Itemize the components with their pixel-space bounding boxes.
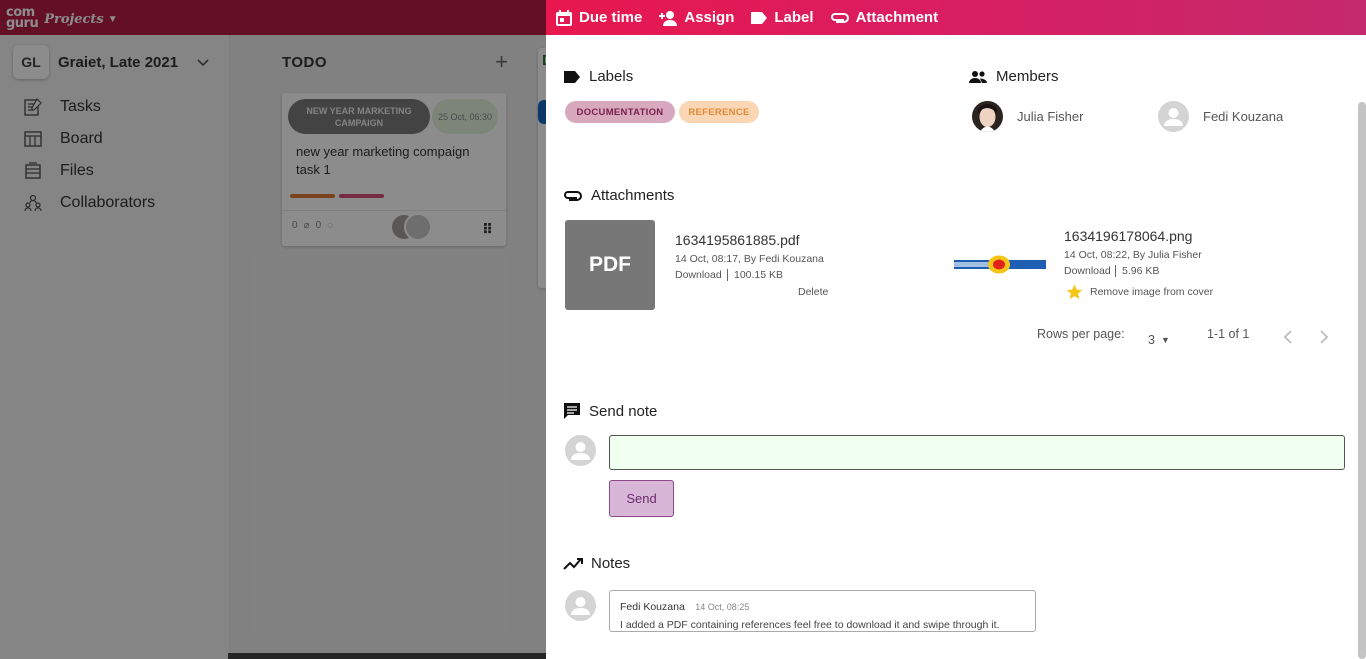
remove-cover-label: Remove image from cover — [1090, 286, 1214, 298]
note-timestamp: 14 Oct, 08:25 — [695, 602, 750, 612]
label-chip-reference[interactable]: REFERENCE — [679, 101, 759, 123]
vertical-scrollbar[interactable] — [1358, 102, 1366, 659]
avatar — [972, 101, 1003, 132]
note-author: Fedi Kouzana — [620, 601, 685, 613]
attachment-size: 100.15 KB — [727, 269, 783, 281]
caret-down-icon: ▼ — [1160, 335, 1170, 345]
task-detail-drawer: Due time Assign Label Attachment Labels … — [546, 0, 1366, 659]
note-input[interactable] — [609, 435, 1345, 470]
person-add-icon — [659, 10, 678, 26]
label-chip-documentation[interactable]: DOCUMENTATION — [565, 101, 675, 123]
label-label: Label — [774, 9, 814, 26]
member-julia-fisher[interactable]: Julia Fisher — [972, 101, 1083, 132]
assign-button[interactable]: Assign — [658, 9, 734, 27]
delete-link[interactable]: Delete — [798, 286, 828, 298]
avatar — [565, 590, 596, 621]
comment-icon — [564, 403, 580, 419]
attachment-icon — [564, 190, 582, 201]
section-heading: Members — [996, 68, 1059, 85]
members-section-title: Members — [968, 68, 1059, 85]
member-name: Fedi Kouzana — [1203, 109, 1284, 124]
due-time-button[interactable]: Due time — [555, 9, 642, 27]
download-link[interactable]: Download — [675, 269, 722, 281]
section-heading: Attachments — [591, 187, 675, 204]
attachment-name[interactable]: 1634196178064.png — [1064, 228, 1192, 244]
attachment-meta: 14 Oct, 08:17, By Fedi Kouzana — [675, 253, 824, 265]
pdf-thumbnail[interactable]: PDF — [565, 220, 655, 310]
section-heading: Send note — [589, 402, 658, 420]
attachment-name[interactable]: 1634195861885.pdf — [675, 232, 800, 248]
send-button[interactable]: Send — [609, 480, 674, 517]
notes-section-title: Notes — [563, 555, 630, 572]
people-icon — [969, 70, 987, 83]
attachment-button[interactable]: Attachment — [830, 9, 939, 26]
star-icon — [1066, 284, 1083, 299]
modal-backdrop[interactable] — [0, 0, 546, 659]
avatar — [565, 435, 596, 466]
attachment-icon — [830, 12, 849, 23]
labels-section-title: Labels — [563, 68, 633, 85]
rows-per-page-select[interactable]: 3 ▼ — [1148, 333, 1170, 347]
assign-label: Assign — [684, 9, 735, 26]
attachment-label: Attachment — [855, 9, 939, 26]
trending-icon — [563, 557, 583, 570]
attachments-section-title: Attachments — [563, 187, 674, 204]
section-heading: Notes — [591, 555, 631, 572]
chevron-right-icon[interactable] — [1319, 330, 1329, 347]
due-time-label: Due time — [579, 9, 643, 26]
avatar — [1158, 101, 1189, 132]
pagination-range: 1-1 of 1 — [1207, 327, 1250, 341]
label-icon — [564, 70, 580, 83]
chevron-left-icon[interactable] — [1283, 330, 1293, 347]
remove-cover-button[interactable]: Remove image from cover — [1066, 284, 1213, 300]
rows-per-page-value: 3 — [1148, 333, 1155, 347]
label-button[interactable]: Label — [750, 9, 814, 26]
attachment-meta: 14 Oct, 08:22, By Julia Fisher — [1064, 249, 1202, 261]
note-item: Fedi Kouzana 14 Oct, 08:25 I added a PDF… — [609, 590, 1036, 632]
send-note-section-title: Send note — [563, 402, 657, 420]
image-thumbnail[interactable] — [954, 254, 1046, 276]
drawer-toolbar: Due time Assign Label Attachment — [546, 0, 1366, 35]
download-link[interactable]: Download — [1064, 265, 1111, 277]
section-heading: Labels — [589, 68, 634, 85]
note-text: I added a PDF containing references feel… — [620, 619, 1000, 631]
rows-per-page-label: Rows per page: — [1037, 327, 1125, 341]
member-fedi-kouzana[interactable]: Fedi Kouzana — [1158, 101, 1283, 132]
attachment-size: 5.96 KB — [1115, 265, 1159, 277]
label-icon — [751, 11, 768, 24]
member-name: Julia Fisher — [1017, 109, 1084, 124]
calendar-icon — [556, 9, 572, 26]
